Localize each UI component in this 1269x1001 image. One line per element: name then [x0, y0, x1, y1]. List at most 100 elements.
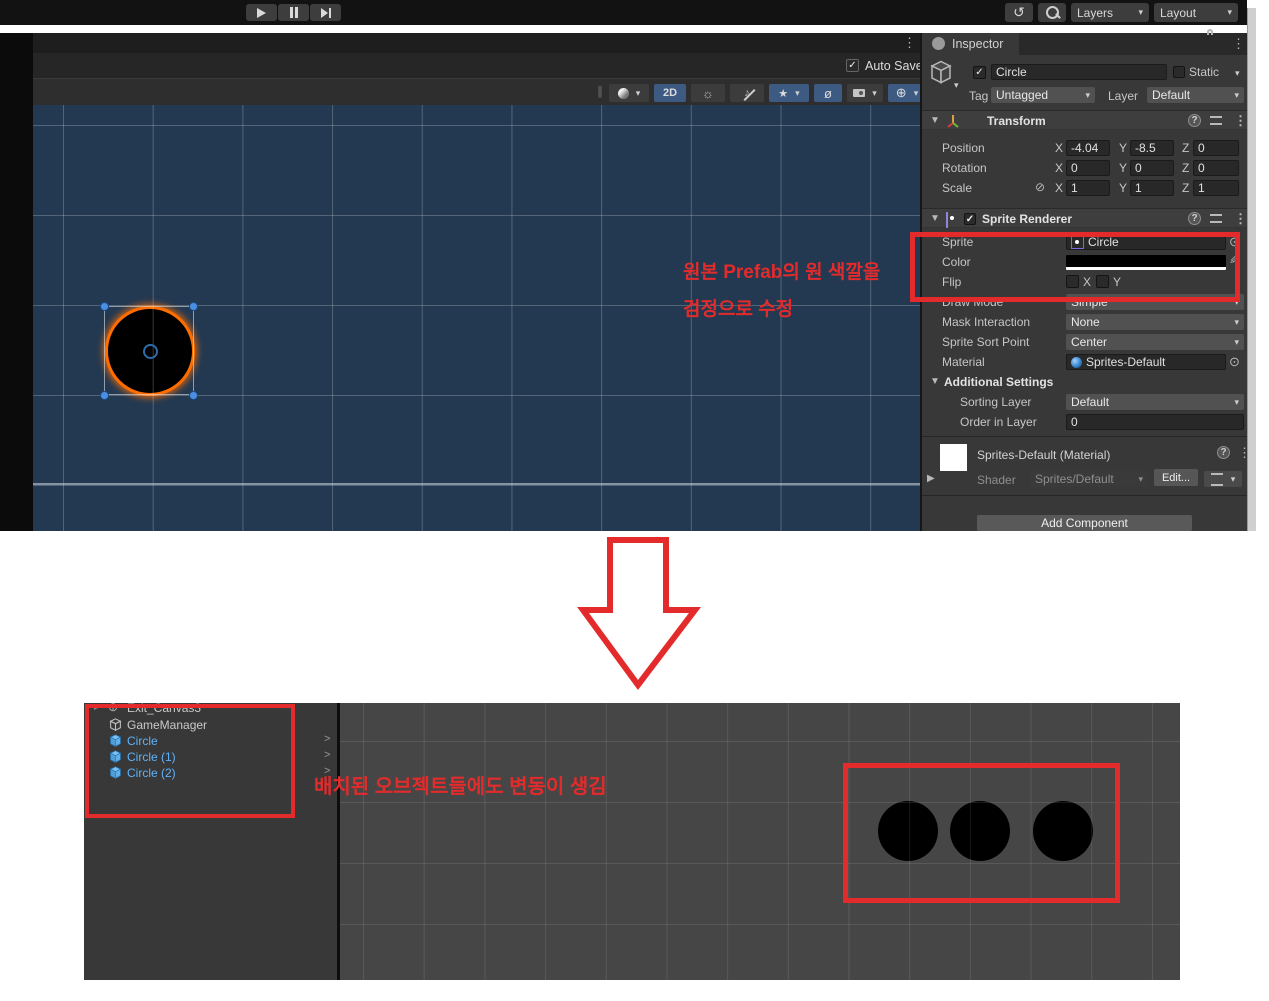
pause-button[interactable]	[278, 4, 309, 21]
object-picker-icon[interactable]: ⊙	[1229, 355, 1240, 368]
add-component-label: Add Component	[1041, 516, 1128, 530]
scene-pane-subheader: ✓ Auto Save	[33, 53, 923, 78]
rotation-z-field[interactable]: 0	[1193, 160, 1239, 176]
selection-handle[interactable]	[100, 391, 109, 400]
material-value: Sprites-Default	[1086, 355, 1166, 369]
selection-handle[interactable]	[100, 302, 109, 311]
chevron-down-icon: ▾	[1234, 336, 1239, 347]
layout-dropdown[interactable]: Layout ▾	[1154, 3, 1238, 22]
pause-icon	[289, 7, 293, 18]
kebab-menu-icon[interactable]: ⋮	[1234, 212, 1247, 225]
sprite-sort-point-dropdown[interactable]: Center ▾	[1066, 334, 1244, 350]
layers-dropdown[interactable]: Layers ▾	[1071, 3, 1149, 22]
axis-y-label: Y	[1119, 161, 1128, 175]
unlink-scale-icon[interactable]: ⊘	[1035, 181, 1045, 193]
search-button[interactable]	[1038, 3, 1066, 22]
auto-save-checkbox[interactable]: ✓	[846, 59, 859, 72]
scale-label: Scale	[942, 181, 973, 195]
scene-grid-axis-line	[33, 483, 920, 485]
transform-header[interactable]: ▼ Transform ? ⋮	[922, 110, 1247, 130]
prefab-arrow-icon[interactable]: >	[324, 733, 330, 745]
selection-handle[interactable]	[189, 302, 198, 311]
hidden-objects-button[interactable]: ø	[814, 84, 842, 102]
scale-y-value: 1	[1135, 181, 1142, 195]
pause-icon-bar	[294, 7, 298, 18]
material-preview-swatch[interactable]	[940, 444, 967, 471]
foldout-icon[interactable]: ▶	[927, 474, 935, 484]
presets-icon[interactable]	[1210, 116, 1222, 125]
material-object-field[interactable]: Sprites-Default	[1066, 354, 1226, 370]
chevron-down-icon[interactable]: ▾	[1235, 68, 1240, 79]
shading-mode-button[interactable]: ▾	[609, 84, 649, 102]
sorting-layer-value: Default	[1071, 395, 1110, 409]
layer-dropdown[interactable]: Default ▾	[1147, 87, 1244, 103]
step-button[interactable]	[310, 4, 341, 21]
kebab-menu-icon[interactable]: ⋮	[1232, 37, 1245, 50]
rotation-y-field[interactable]: 0	[1130, 160, 1174, 176]
component-enabled-checkbox[interactable]: ✓	[964, 213, 976, 225]
pivot-handle[interactable]	[143, 344, 158, 359]
history-button[interactable]: ↺	[1005, 3, 1033, 22]
rotation-x-value: 0	[1071, 161, 1078, 175]
chevron-down-icon: ▾	[1230, 473, 1236, 484]
material-list-button[interactable]: ▾	[1204, 471, 1242, 487]
window-left-edge	[0, 33, 33, 531]
history-icon: ↺	[1013, 4, 1025, 20]
scale-y-field[interactable]: 1	[1130, 180, 1174, 196]
rotation-x-field[interactable]: 0	[1066, 160, 1110, 176]
annotation-rect-hierarchy	[85, 704, 295, 818]
effects-button[interactable]: ★ ▾	[769, 84, 809, 102]
tag-value: Untagged	[996, 88, 1049, 102]
scene-audio-button[interactable]: ♪	[730, 84, 764, 102]
position-z-field[interactable]: 0	[1193, 140, 1239, 156]
static-checkbox[interactable]	[1173, 66, 1185, 78]
order-in-layer-field[interactable]: 0	[1066, 414, 1244, 430]
scale-z-field[interactable]: 1	[1193, 180, 1239, 196]
drag-handle-icon[interactable]: ∥	[597, 85, 603, 97]
foldout-icon[interactable]: ▼	[930, 377, 940, 387]
tag-dropdown[interactable]: Untagged ▾	[991, 87, 1095, 103]
rotation-y-value: 0	[1135, 161, 1142, 175]
transform-icon	[947, 115, 959, 128]
scene-camera-button[interactable]: ▾	[847, 84, 883, 102]
tag-label: Tag	[969, 89, 989, 103]
axis-z-label: Z	[1182, 181, 1190, 195]
foldout-icon[interactable]: ▼	[930, 116, 940, 126]
help-icon[interactable]: ?	[1188, 212, 1201, 225]
shader-value: Sprites/Default	[1035, 472, 1114, 486]
kebab-menu-icon[interactable]: ⋮	[903, 36, 916, 49]
help-icon[interactable]: ?	[1188, 114, 1201, 127]
scale-x-field[interactable]: 1	[1066, 180, 1110, 196]
rotation-z-value: 0	[1198, 161, 1205, 175]
layers-label: Layers	[1077, 5, 1114, 20]
chevron-down-icon: ▾	[1138, 7, 1143, 17]
sprite-renderer-header[interactable]: ▼ ✓ Sprite Renderer ? ⋮	[922, 208, 1247, 228]
gameobject-cube-icon	[930, 60, 952, 84]
active-checkbox[interactable]: ✓	[973, 66, 986, 79]
edit-shader-button[interactable]: Edit...	[1154, 469, 1198, 486]
axis-z-label: Z	[1182, 141, 1190, 155]
scene-lighting-button[interactable]: ☼	[691, 84, 725, 102]
chevron-down-icon: ▾	[1234, 316, 1239, 327]
prefab-arrow-icon[interactable]: >	[324, 749, 330, 761]
mask-interaction-dropdown[interactable]: None ▾	[1066, 314, 1244, 330]
position-y-field[interactable]: -8.5	[1130, 140, 1174, 156]
2d-toggle-button[interactable]: 2D	[654, 84, 686, 102]
shader-dropdown[interactable]: Sprites/Default ▾	[1030, 471, 1148, 487]
foldout-icon[interactable]: ▼	[930, 214, 940, 224]
sorting-layer-dropdown[interactable]: Default ▾	[1066, 394, 1244, 410]
position-label: Position	[942, 141, 985, 155]
tab-inspector[interactable]: Inspector	[922, 33, 1019, 55]
help-icon[interactable]: ?	[1217, 446, 1230, 459]
chevron-down-icon[interactable]: ▾	[954, 80, 959, 91]
play-button[interactable]	[246, 4, 277, 21]
position-x-field[interactable]: -4.04	[1066, 140, 1110, 156]
object-name-field[interactable]: Circle	[991, 64, 1167, 80]
scrollbar[interactable]	[1247, 8, 1256, 531]
presets-icon[interactable]	[1210, 214, 1222, 223]
eye-slash-icon: ø	[824, 85, 832, 101]
selection-handle[interactable]	[189, 391, 198, 400]
kebab-menu-icon[interactable]: ⋮	[1234, 114, 1247, 127]
add-component-button[interactable]: Add Component	[977, 515, 1192, 531]
mask-interaction-value: None	[1071, 315, 1100, 329]
